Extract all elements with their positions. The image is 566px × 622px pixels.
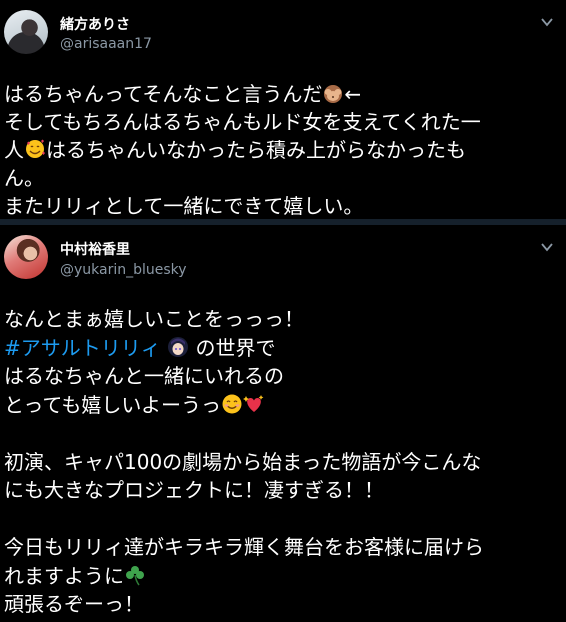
tweet-text-line: 初演、キャパ100の劇場から始まった物語が今こんな [4, 449, 482, 474]
tweet-text-line: とっても嬉しいよーうっ [4, 392, 221, 417]
tweet-text-line: ん。 [4, 166, 44, 190]
chevron-down-icon[interactable] [540, 241, 554, 253]
tweet-text-line: そしてもちろんはるちゃんもルド女を支えてくれた一 [4, 110, 481, 134]
tweet-text-line: はるちゃんいなかったら積み上がらなかったも [46, 138, 466, 162]
see-no-evil-monkey-emoji [322, 82, 344, 104]
hashtag-link[interactable]: #アサルトリリィ [4, 336, 161, 360]
assault-lily-character-emoji [167, 336, 189, 358]
sparkling-heart-emoji [243, 393, 265, 415]
tweet-text-line: 今日もリリィ達がキラキラ輝く舞台をお客様に届けら [4, 535, 484, 559]
chevron-down-icon[interactable] [540, 16, 554, 28]
smiling-face-with-hearts-emoji [24, 138, 46, 160]
tweet-text-line: はるなちゃんと一緒にいれるの [4, 364, 284, 388]
tweet-text-line: れますように [4, 563, 124, 588]
user-handle[interactable]: @arisaaan17 [60, 36, 152, 52]
tweet-text-line: にも大きなプロジェクトに！凄すぎる！！ [4, 478, 384, 502]
tweet-text-line: またリリィとして一緒にできて嬉しい。 [4, 194, 364, 218]
tweet-text-line: 頑張るぞーっ！ [4, 592, 144, 616]
tweet-text: はるちゃんってそんなこと言うんだ ← そしてもちろんはるちゃんもルド女を支えてくれ… [4, 80, 560, 219]
avatar[interactable] [4, 10, 48, 54]
tweet-text-line: の世界で [195, 335, 276, 360]
smiling-face-with-smiling-eyes-emoji [221, 393, 243, 415]
tweet-card: 緒方ありさ @arisaaan17 はるちゃんってそんなこと言うんだ ← そしても… [0, 0, 566, 219]
user-handle[interactable]: @yukarin_bluesky [60, 262, 187, 278]
tweet-text-line: はるちゃんってそんなこと言うんだ [4, 82, 323, 106]
display-name[interactable]: 緒方ありさ [60, 14, 130, 34]
tweet-text-arrow: ← [344, 82, 362, 106]
tweet-text-line: なんとまぁ嬉しいことをっっっ！ [4, 307, 304, 331]
tweet-card: 中村裕香里 @yukarin_bluesky なんとまぁ嬉しいことをっっっ！ #… [0, 225, 566, 622]
tweet-text: なんとまぁ嬉しいことをっっっ！ #アサルトリリィ の世界で はるなちゃんと一緒に… [4, 305, 560, 619]
tweet-text-line: 人 [4, 138, 24, 162]
shamrock-emoji [124, 564, 146, 586]
avatar[interactable] [4, 235, 48, 279]
display-name[interactable]: 中村裕香里 [60, 239, 130, 259]
